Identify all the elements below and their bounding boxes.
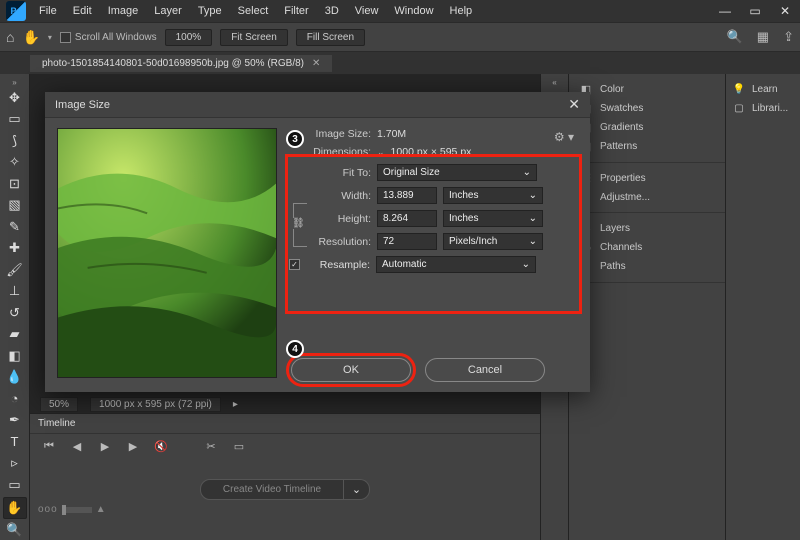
brush-tool[interactable]: 🖌 <box>3 260 27 280</box>
options-bar: ⌂ ✋▾ Scroll All Windows 100% Fit Screen … <box>0 22 800 52</box>
image-size-dialog: Image Size ✕ ⚙ ▾ Image Size:1.70M Dimens… <box>45 92 590 392</box>
hand-tool[interactable]: ✋ <box>3 497 27 519</box>
app-logo: Ps <box>6 1 26 21</box>
gear-icon[interactable]: ⚙ ▾ <box>554 130 574 144</box>
farpanel-librari[interactable]: ▢Librari... <box>726 99 800 118</box>
tl-prev-icon[interactable]: ◀ <box>68 440 86 453</box>
tl-play-icon[interactable]: ▶ <box>96 440 114 453</box>
move-tool[interactable]: ✥ <box>3 88 27 108</box>
type-tool[interactable]: T <box>3 432 27 452</box>
tl-zoom-slider[interactable] <box>62 507 92 513</box>
menu-image[interactable]: Image <box>101 3 146 19</box>
tools-collapse-icon[interactable]: » <box>12 78 16 86</box>
dialog-close-icon[interactable]: ✕ <box>568 96 580 113</box>
timeline-panel: Timeline ⏮ ◀ ▶ ▶ 🔇 ✂ ▭ Create Video Time… <box>30 413 540 540</box>
menu-edit[interactable]: Edit <box>66 3 99 19</box>
close-tab-icon[interactable]: ✕ <box>312 58 320 69</box>
image-size-value: 1.70M <box>377 128 406 140</box>
hand-tool-icon[interactable]: ✋ <box>22 29 39 46</box>
heal-tool[interactable]: ✚ <box>3 239 27 259</box>
menu-layer[interactable]: Layer <box>147 3 189 19</box>
callout-3: 3 <box>286 130 304 148</box>
panel-swatches[interactable]: ▦Swatches <box>569 99 725 118</box>
eraser-tool[interactable]: ▰ <box>3 325 27 345</box>
document-tab-label: photo-1501854140801-50d01698950b.jpg @ 5… <box>42 58 304 69</box>
gradient-tool[interactable]: ◧ <box>3 346 27 366</box>
panel-layers[interactable]: ◈Layers <box>569 219 725 238</box>
workspace-icon[interactable]: ▦ <box>757 29 769 45</box>
marquee-tool[interactable]: ▭ <box>3 110 27 130</box>
menu-select[interactable]: Select <box>231 3 276 19</box>
eyedropper-tool[interactable]: ✎ <box>3 217 27 237</box>
panel-properties[interactable]: ☰Properties <box>569 169 725 188</box>
panel-adjustme[interactable]: ◐Adjustme... <box>569 188 725 206</box>
image-preview <box>57 128 277 378</box>
frame-tool[interactable]: ▧ <box>3 196 27 216</box>
stamp-tool[interactable]: ⊥ <box>3 282 27 302</box>
document-tab[interactable]: photo-1501854140801-50d01698950b.jpg @ 5… <box>30 55 332 72</box>
highlight-box-3 <box>285 154 582 314</box>
scroll-all-checkbox[interactable]: Scroll All Windows <box>60 32 157 43</box>
farpanel-learn[interactable]: 💡Learn <box>726 80 800 99</box>
lasso-tool[interactable]: ⟆ <box>3 131 27 151</box>
menu-filter[interactable]: Filter <box>277 3 315 19</box>
history-brush-tool[interactable]: ↺ <box>3 303 27 323</box>
menu-type[interactable]: Type <box>191 3 229 19</box>
dodge-tool[interactable]: ◔ <box>3 389 27 409</box>
fill-screen-button[interactable]: Fill Screen <box>296 29 365 46</box>
tools-panel: » ✥ ▭ ⟆ ✧ ⊡ ▧ ✎ ✚ 🖌 ⊥ ↺ ▰ ◧ 💧 ◔ ✒ T ▹ ▭ … <box>0 74 30 540</box>
menu-file[interactable]: File <box>32 3 64 19</box>
menu-help[interactable]: Help <box>443 3 480 19</box>
timeline-header[interactable]: Timeline <box>30 414 540 434</box>
wand-tool[interactable]: ✧ <box>3 153 27 173</box>
panel-channels[interactable]: ◉Channels <box>569 238 725 257</box>
status-info[interactable]: 1000 px x 595 px (72 ppi) <box>90 397 221 412</box>
menu-3d[interactable]: 3D <box>318 3 346 19</box>
tl-next-icon[interactable]: ▶ <box>124 440 142 453</box>
create-video-timeline-button[interactable]: Create Video Timeline <box>200 479 344 500</box>
close-button[interactable]: ✕ <box>770 2 800 20</box>
tl-audio-icon[interactable]: 🔇 <box>152 440 170 453</box>
tl-cut-icon[interactable]: ✂ <box>202 440 220 453</box>
cancel-button[interactable]: Cancel <box>425 358 545 382</box>
minimize-button[interactable]: — <box>710 2 740 20</box>
panel-patterns[interactable]: ▥Patterns <box>569 137 725 156</box>
ok-button[interactable]: OK <box>291 358 411 382</box>
tl-first-icon[interactable]: ⏮ <box>40 440 58 453</box>
zoom-tool[interactable]: 🔍 <box>3 521 27 540</box>
status-zoom[interactable]: 50% <box>40 397 78 412</box>
panel-paths[interactable]: ⌁Paths <box>569 257 725 276</box>
tl-mountain-icon: ▲ <box>96 504 106 515</box>
blur-tool[interactable]: 💧 <box>3 368 27 388</box>
search-icon[interactable]: 🔍 <box>727 29 743 45</box>
pen-tool[interactable]: ✒ <box>3 411 27 431</box>
panel-color[interactable]: ◧Color <box>569 80 725 99</box>
panel-collapse-icon[interactable]: « <box>552 78 556 87</box>
dialog-title: Image Size <box>55 99 110 111</box>
home-icon[interactable]: ⌂ <box>6 29 14 45</box>
fit-screen-button[interactable]: Fit Screen <box>220 29 288 46</box>
menu-view[interactable]: View <box>348 3 386 19</box>
create-video-dropdown[interactable]: ⌄ <box>344 479 370 500</box>
titlebar: Ps FileEditImageLayerTypeSelectFilter3DV… <box>0 0 800 22</box>
maximize-button[interactable]: ▭ <box>740 2 770 20</box>
constrain-link-icon[interactable] <box>293 203 307 247</box>
window-buttons: — ▭ ✕ <box>710 2 800 20</box>
share-icon[interactable]: ⇪ <box>783 29 794 45</box>
main-menu: FileEditImageLayerTypeSelectFilter3DView… <box>32 3 479 19</box>
shape-tool[interactable]: ▭ <box>3 475 27 495</box>
tl-frames-icon[interactable]: ooo <box>38 504 58 515</box>
document-tab-bar: photo-1501854140801-50d01698950b.jpg @ 5… <box>0 52 800 74</box>
status-chevron-icon[interactable]: ▸ <box>233 399 238 410</box>
callout-4: 4 <box>286 340 304 358</box>
zoom-level-button[interactable]: 100% <box>165 29 213 46</box>
tl-transition-icon[interactable]: ▭ <box>230 440 248 453</box>
status-bar: 50% 1000 px x 595 px (72 ppi) ▸ <box>30 395 238 413</box>
far-right-panel: 💡Learn▢Librari... <box>725 74 800 540</box>
menu-window[interactable]: Window <box>387 3 440 19</box>
panel-gradients[interactable]: ▤Gradients <box>569 118 725 137</box>
crop-tool[interactable]: ⊡ <box>3 174 27 194</box>
path-tool[interactable]: ▹ <box>3 454 27 474</box>
